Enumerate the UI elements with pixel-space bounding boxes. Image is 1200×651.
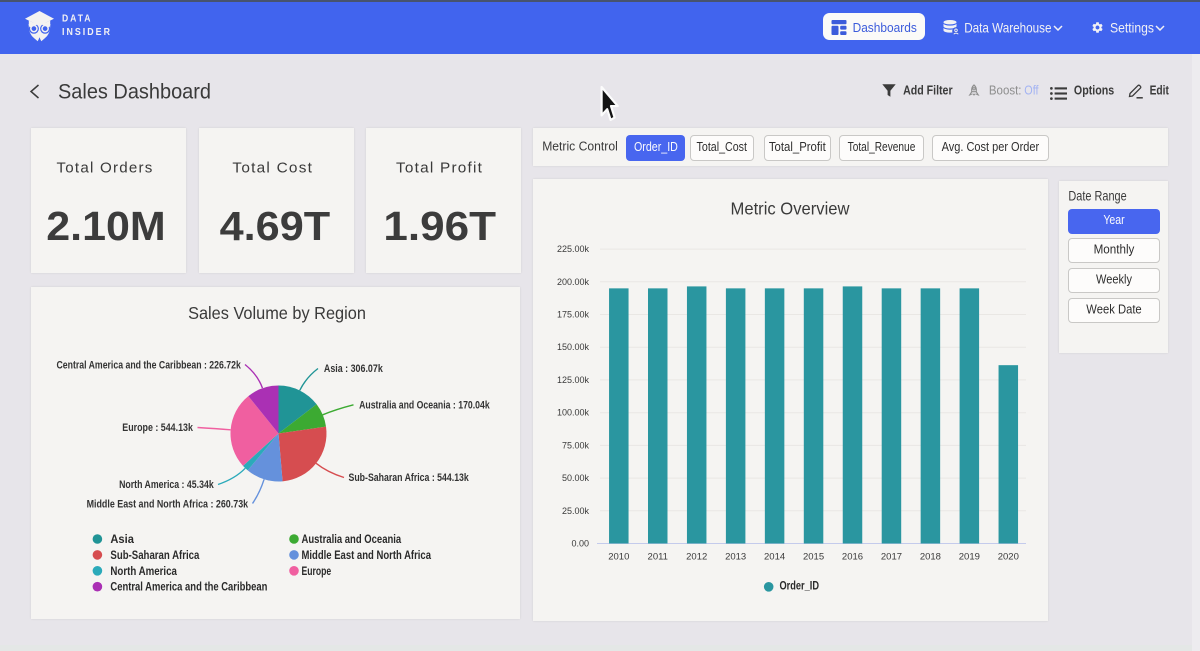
svg-text:North America: North America [110,566,177,578]
svg-text:100.00k: 100.00k [557,408,590,418]
svg-text:Options: Options [1074,84,1114,98]
svg-text:Weekly: Weekly [1096,272,1132,287]
svg-text:Total_Profit: Total_Profit [769,139,826,154]
svg-text:Middle East and North Africa: Middle East and North Africa [302,550,432,562]
svg-text:Asia : 306.07k: Asia : 306.07k [324,363,384,375]
svg-text:Avg. Cost per Order: Avg. Cost per Order [942,139,1040,154]
svg-text:Europe: Europe [302,566,332,578]
svg-text:Middle East and North Africa :: Middle East and North Africa : 260.73k [87,498,249,510]
svg-text:Total_Cost: Total_Cost [697,139,748,154]
svg-text:125.00k: 125.00k [557,375,590,385]
svg-text:Order_ID: Order_ID [780,581,820,593]
svg-text:Australia and Oceania: Australia and Oceania [302,534,402,546]
svg-text:Add Filter: Add Filter [903,84,953,98]
svg-text:0.00: 0.00 [571,539,589,549]
svg-text:Week Date: Week Date [1086,302,1141,317]
svg-text:2.10M: 2.10M [46,203,166,249]
svg-text:North America : 45.34k: North America : 45.34k [119,479,214,491]
svg-text:150.00k: 150.00k [557,342,590,352]
svg-text:Central America and the Caribb: Central America and the Caribbean [110,582,267,594]
svg-text:2020: 2020 [998,552,1019,563]
svg-text:Monthly: Monthly [1094,242,1135,257]
svg-text:Metric Overview: Metric Overview [731,199,850,219]
svg-text:Edit: Edit [1150,84,1170,98]
svg-text:Total Cost: Total Cost [232,160,313,177]
svg-text:DATA: DATA [62,14,93,25]
svg-text:2018: 2018 [920,552,941,563]
svg-text:Sales Dashboard: Sales Dashboard [58,80,211,104]
svg-text:4.69T: 4.69T [220,203,331,249]
svg-text:Europe : 544.13k: Europe : 544.13k [122,422,193,434]
svg-text:Data Warehouse: Data Warehouse [964,19,1051,35]
svg-text:175.00k: 175.00k [557,310,590,320]
svg-text:Sub-Saharan Africa : 544.13k: Sub-Saharan Africa : 544.13k [349,472,470,484]
svg-text:INSIDER: INSIDER [62,27,112,38]
svg-text:2010: 2010 [608,552,629,563]
svg-text:2017: 2017 [881,552,902,563]
svg-text:2019: 2019 [959,552,980,563]
svg-text:2011: 2011 [648,552,668,563]
svg-text:225.00k: 225.00k [557,244,590,254]
svg-text:Total Orders: Total Orders [57,160,154,177]
svg-text:Metric Control: Metric Control [542,139,618,154]
svg-text:Asia: Asia [110,534,134,546]
svg-text:Settings: Settings [1110,19,1154,35]
svg-text:Sales Volume by Region: Sales Volume by Region [188,303,366,323]
svg-text:Dashboards: Dashboards [853,20,918,35]
svg-text:1.96T: 1.96T [383,203,496,249]
svg-text:2016: 2016 [842,552,863,563]
svg-text:Date Range: Date Range [1068,188,1126,204]
svg-text:Boost:: Boost: [989,84,1022,98]
svg-text:25.00k: 25.00k [562,506,590,516]
svg-text:Central America and the Caribb: Central America and the Caribbean : 226.… [57,360,242,372]
svg-text:200.00k: 200.00k [557,277,590,287]
svg-text:Sub-Saharan Africa: Sub-Saharan Africa [110,550,200,562]
svg-text:Australia and Oceania : 170.04: Australia and Oceania : 170.04k [359,399,490,411]
svg-text:Year: Year [1103,212,1125,227]
svg-text:2012: 2012 [686,552,707,563]
svg-text:50.00k: 50.00k [562,473,590,483]
svg-text:75.00k: 75.00k [562,440,590,450]
svg-text:Total_Revenue: Total_Revenue [848,139,916,154]
svg-text:Off: Off [1024,84,1039,98]
svg-text:Total Profit: Total Profit [396,160,483,177]
svg-text:Order_ID: Order_ID [634,139,678,154]
svg-text:2015: 2015 [803,552,824,563]
svg-text:2013: 2013 [725,552,746,563]
svg-text:2014: 2014 [764,552,785,563]
